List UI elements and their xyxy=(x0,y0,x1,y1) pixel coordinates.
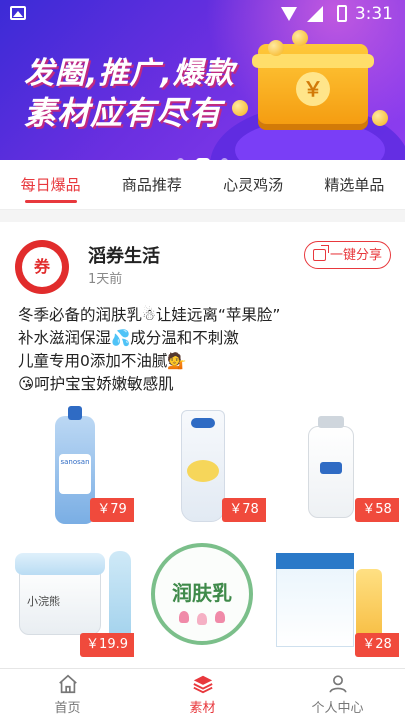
brand-badge xyxy=(320,462,342,474)
tab-product-recommend[interactable]: 商品推荐 xyxy=(101,160,202,209)
share-button-label: 一键分享 xyxy=(329,247,382,263)
price-tag: ￥19.9 xyxy=(80,633,134,657)
coin-icon xyxy=(232,100,248,116)
box-header-band xyxy=(276,553,354,569)
post-copy-text[interactable]: 冬季必备的润肤乳☃让娃远离“苹果脸” 补水滋润保湿💦成分温和不刺激 儿童专用0添… xyxy=(18,304,388,396)
layers-icon xyxy=(192,675,213,694)
product-image[interactable]: ￥78 xyxy=(137,404,266,530)
wallet-illustration: ￥ xyxy=(252,44,374,124)
material-post: 券 滔券生活 1天前 一键分享 冬季必备的润肤乳☃让娃远离“苹果脸” 补水滋润保… xyxy=(0,222,405,670)
wifi-icon xyxy=(281,7,297,21)
product-image[interactable]: 润肤乳 xyxy=(137,539,266,665)
tab-chicken-soup[interactable]: 心灵鸡汤 xyxy=(203,160,304,209)
battery-icon xyxy=(337,5,347,22)
promo-banner[interactable]: 发圈,推广,爆款 素材应有尽有 ￥ 3:31 xyxy=(0,0,405,160)
brand-text: sanosan xyxy=(60,458,90,466)
pump-cap xyxy=(318,416,344,428)
category-tabs: 每日爆品 商品推荐 心灵鸡汤 精选单品 xyxy=(0,160,405,210)
app-screen: 发圈,推广,爆款 素材应有尽有 ￥ 3:31 每日爆品 商品推荐 心灵鸡汤 精选… xyxy=(0,0,405,720)
tab-daily-hot[interactable]: 每日爆品 xyxy=(0,160,101,209)
product-image[interactable]: 小浣熊 ￥19.9 xyxy=(5,539,134,665)
copy-line: 😘呵护宝宝娇嫩敏感肌 xyxy=(18,375,174,393)
copy-line: 儿童专用0添加不油腻💁 xyxy=(18,352,187,370)
product-image-grid: sanosan ￥79 ￥78 ￥58 小浣熊 ￥19.9 润肤乳 ￥28 xyxy=(5,404,400,670)
price-tag: ￥58 xyxy=(355,498,399,522)
tab-featured-items[interactable]: 精选单品 xyxy=(304,160,405,209)
sun-graphic xyxy=(187,460,219,482)
home-icon xyxy=(58,674,77,694)
banner-headline: 发圈,推广,爆款 xyxy=(24,56,235,91)
avatar-logo-text: 券 xyxy=(33,257,50,276)
price-tag: ￥79 xyxy=(90,498,134,522)
bottle-label: sanosan xyxy=(59,454,91,494)
copy-line: 补水滋润保湿💦成分温和不刺激 xyxy=(18,329,239,347)
nav-materials-label: 素材 xyxy=(189,701,216,716)
section-divider xyxy=(0,210,405,222)
status-bar: 3:31 xyxy=(0,0,405,28)
nav-home[interactable]: 首页 xyxy=(0,669,135,720)
coin-icon xyxy=(292,30,308,46)
banner-pager xyxy=(0,150,405,160)
cell-signal-icon xyxy=(307,6,323,22)
share-icon xyxy=(312,245,329,261)
one-click-share-button[interactable]: 一键分享 xyxy=(303,241,391,269)
coin-icon xyxy=(268,40,284,56)
price-tag: ￥78 xyxy=(222,498,266,522)
tulip-graphic xyxy=(197,613,207,625)
product-image[interactable]: ￥58 xyxy=(270,404,399,530)
tulip-graphic xyxy=(179,611,189,623)
banner-subheadline: 素材应有尽有 xyxy=(24,94,223,132)
tulip-graphic xyxy=(215,611,225,623)
image-notification-icon xyxy=(10,6,26,20)
bottom-navigation: 首页 素材 个人中心 xyxy=(0,668,405,720)
nav-home-label: 首页 xyxy=(54,701,81,716)
brand-badge xyxy=(191,418,215,428)
person-icon xyxy=(328,675,347,693)
post-time: 1天前 xyxy=(88,272,123,287)
product-image[interactable]: sanosan ￥79 xyxy=(5,404,134,530)
copy-line: 冬季必备的润肤乳☃让娃远离“苹果脸” xyxy=(18,306,281,324)
nav-profile[interactable]: 个人中心 xyxy=(270,669,405,720)
wallet-yen-symbol: ￥ xyxy=(296,72,330,106)
brand-text: 小浣熊 xyxy=(27,595,60,608)
badge-title: 润肤乳 xyxy=(172,581,232,605)
status-time: 3:31 xyxy=(354,4,393,24)
nav-profile-label: 个人中心 xyxy=(311,701,364,716)
author-name: 滔券生活 xyxy=(88,246,160,267)
wallet-flap xyxy=(252,54,374,68)
pump-head xyxy=(68,406,82,420)
jar-lid xyxy=(15,553,105,575)
avatar[interactable]: 券 xyxy=(15,240,69,294)
product-image[interactable]: ￥28 xyxy=(270,539,399,665)
coin-icon xyxy=(372,110,388,126)
nav-materials[interactable]: 素材 xyxy=(135,669,270,720)
price-tag: ￥28 xyxy=(355,633,399,657)
